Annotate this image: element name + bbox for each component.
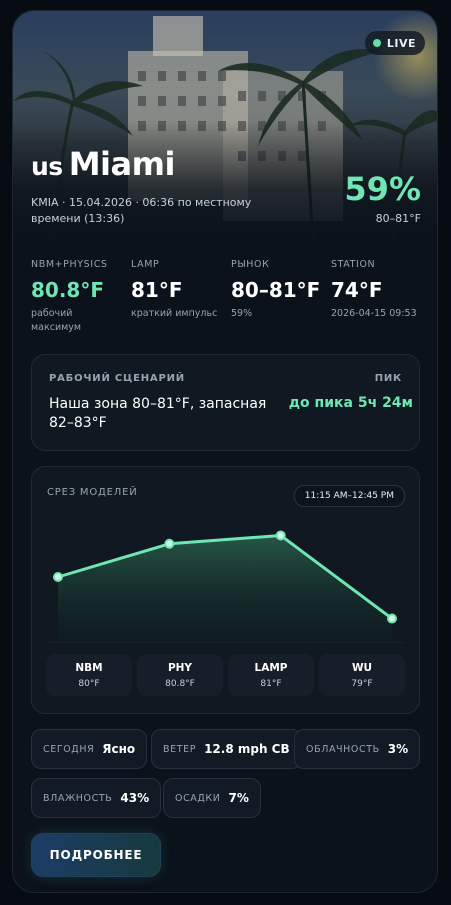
models-panel: СРЕЗ МОДЕЛЕЙ 11:15 AM–12:45 PM NBM 80°F … <box>31 466 420 714</box>
stat-note: 2026-04-15 09:53 <box>331 308 417 319</box>
chart-point-phy <box>164 538 175 549</box>
model-value: 81°F <box>260 679 282 689</box>
market-probability: 59% <box>344 170 421 208</box>
chart-point-wu <box>387 613 397 624</box>
chip-label: СЕГОДНЯ <box>43 743 95 755</box>
model-card-lamp[interactable]: LAMP 81°F <box>228 654 314 696</box>
stat-station: STATION 74°F 2026-04-15 09:53 <box>331 259 431 321</box>
model-name: LAMP <box>254 662 288 674</box>
stat-nbm-physics: NBM+PHYSICS 80.8°F рабочий максимум <box>31 259 131 335</box>
scenario-text: Наша зона 80–81°F, запасная 82–83°F <box>49 396 267 431</box>
chart-point-nbm <box>53 572 63 582</box>
time-range-chip[interactable]: 11:15 AM–12:45 PM <box>293 485 405 507</box>
stat-market: РЫНОК 80–81°F 59% <box>231 259 331 321</box>
model-value: 80.8°F <box>165 679 195 689</box>
live-badge: LIVE <box>364 31 425 55</box>
stat-label: LAMP <box>131 259 160 270</box>
chip-value: 7% <box>228 791 249 805</box>
chip-humidity: ВЛАЖНОСТЬ 43% <box>31 778 162 818</box>
chip-label: ВЕТЕР <box>163 743 197 755</box>
weather-card: LIVE us Miami KMIA · 15.04.2026 · 06:36 п… <box>12 10 438 893</box>
model-name: PHY <box>167 662 193 674</box>
probability-range: 80–81°F <box>375 212 421 225</box>
stat-value: 81°F <box>131 278 183 302</box>
model-name: NBM <box>75 662 103 674</box>
chip-value: 43% <box>120 791 150 805</box>
model-value: 79°F <box>351 679 373 689</box>
chart-point-lamp <box>275 530 286 541</box>
chip-label: ОСАДКИ <box>175 792 221 804</box>
chart-area <box>58 535 392 643</box>
model-name: WU <box>351 662 373 674</box>
chip-value: 12.8 mph СВ <box>204 742 290 756</box>
chip-today: СЕГОДНЯ Ясно <box>31 729 148 769</box>
models-chart <box>46 530 404 643</box>
hero-photo: LIVE us Miami KMIA · 15.04.2026 · 06:36 п… <box>13 11 437 243</box>
model-card-wu[interactable]: WU 79°F <box>319 654 405 696</box>
model-card-nbm[interactable]: NBM 80°F <box>46 654 132 696</box>
city-name: Miami <box>68 145 176 183</box>
stat-lamp: LAMP 81°F краткий импульс <box>131 259 231 321</box>
stat-label: NBM+PHYSICS <box>31 259 108 270</box>
peak-countdown: до пика 5ч 24м <box>288 395 413 411</box>
forecast-stats: NBM+PHYSICS 80.8°F рабочий максимум LAMP… <box>31 259 431 339</box>
scenario-label: РАБОЧИЙ СЦЕНАРИЙ <box>49 373 185 384</box>
scenario-panel: РАБОЧИЙ СЦЕНАРИЙ ПИК Наша зона 80–81°F, … <box>31 354 420 451</box>
chip-value: 3% <box>387 742 409 756</box>
stat-note: рабочий максимум <box>31 308 82 333</box>
stat-note: 59% <box>231 308 253 319</box>
models-label: СРЕЗ МОДЕЛЕЙ <box>47 487 138 498</box>
stat-value: 80.8°F <box>31 278 105 302</box>
live-label: LIVE <box>386 36 416 50</box>
chip-wind: ВЕТЕР 12.8 mph СВ <box>151 729 302 769</box>
chip-label: ВЛАЖНОСТЬ <box>43 792 113 804</box>
station-meta: KMIA · 15.04.2026 · 06:36 по местному вр… <box>31 196 252 225</box>
chip-precipitation: ОСАДКИ 7% <box>163 778 261 818</box>
stat-note: краткий импульс <box>131 308 218 319</box>
country-code: us <box>31 152 63 181</box>
model-card-phy[interactable]: PHY 80.8°F <box>137 654 223 696</box>
model-cards: NBM 80°F PHY 80.8°F LAMP 81°F WU 79°F <box>46 654 406 696</box>
chip-value: Ясно <box>102 742 136 756</box>
stat-value: 80–81°F <box>231 278 321 302</box>
stat-value: 74°F <box>331 278 383 302</box>
more-button[interactable]: ПОДРОБНЕЕ <box>31 833 161 877</box>
chip-label: ОБЛАЧНОСТЬ <box>306 743 380 755</box>
live-dot-icon <box>372 39 381 47</box>
peak-label: ПИК <box>374 373 402 384</box>
model-value: 80°F <box>78 679 100 689</box>
stat-label: STATION <box>331 259 376 270</box>
city-title: us Miami <box>31 145 175 183</box>
stat-label: РЫНОК <box>231 259 270 270</box>
chip-cloud: ОБЛАЧНОСТЬ 3% <box>294 729 421 769</box>
